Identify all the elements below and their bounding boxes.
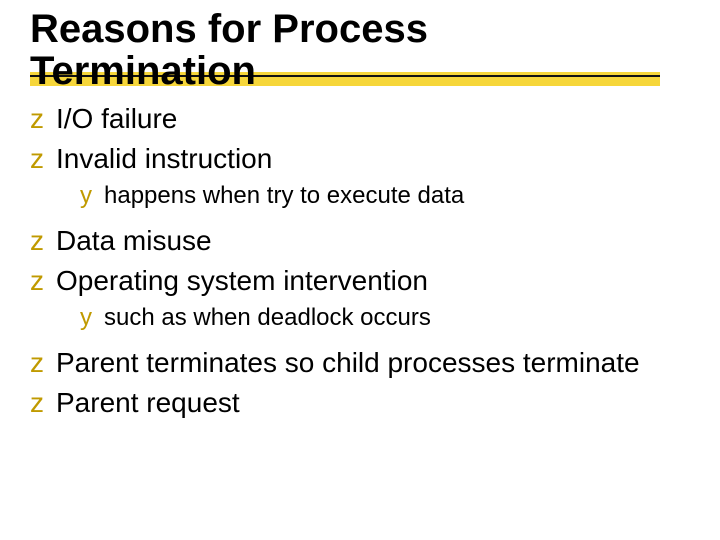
slide-body: zI/O failure zInvalid instruction yhappe… [30, 98, 700, 422]
list-item-label: Parent request [56, 387, 240, 418]
list-item-label: Data misuse [56, 225, 212, 256]
list-item-label: I/O failure [56, 103, 177, 134]
bullet-y-icon: y [80, 302, 104, 334]
list-subitem: ysuch as when deadlock occurs [80, 302, 700, 334]
bullet-z-icon: z [30, 344, 56, 382]
list-subitem: yhappens when try to execute data [80, 180, 700, 212]
bullet-z-icon: z [30, 262, 56, 300]
list-subitem-label: such as when deadlock occurs [104, 304, 431, 331]
list-item: zOperating system intervention [30, 262, 700, 300]
bullet-z-icon: z [30, 140, 56, 178]
page-title: Reasons for Process Termination [30, 8, 660, 92]
bullet-y-icon: y [80, 180, 104, 212]
list-item: zI/O failure [30, 100, 700, 138]
list-item: zParent terminates so child processes te… [30, 344, 700, 382]
slide: Reasons for Process Termination zI/O fai… [0, 0, 720, 540]
list-item: zData misuse [30, 222, 700, 260]
list-item-label: Operating system intervention [56, 265, 428, 296]
list-item-label: Parent terminates so child processes ter… [56, 347, 640, 378]
bullet-z-icon: z [30, 222, 56, 260]
list-item-label: Invalid instruction [56, 143, 272, 174]
list-subitem-label: happens when try to execute data [104, 182, 464, 209]
list-item: zInvalid instruction [30, 140, 700, 178]
bullet-z-icon: z [30, 100, 56, 138]
list-item: zParent request [30, 384, 700, 422]
bullet-z-icon: z [30, 384, 56, 422]
title-wrap: Reasons for Process Termination [30, 8, 700, 92]
